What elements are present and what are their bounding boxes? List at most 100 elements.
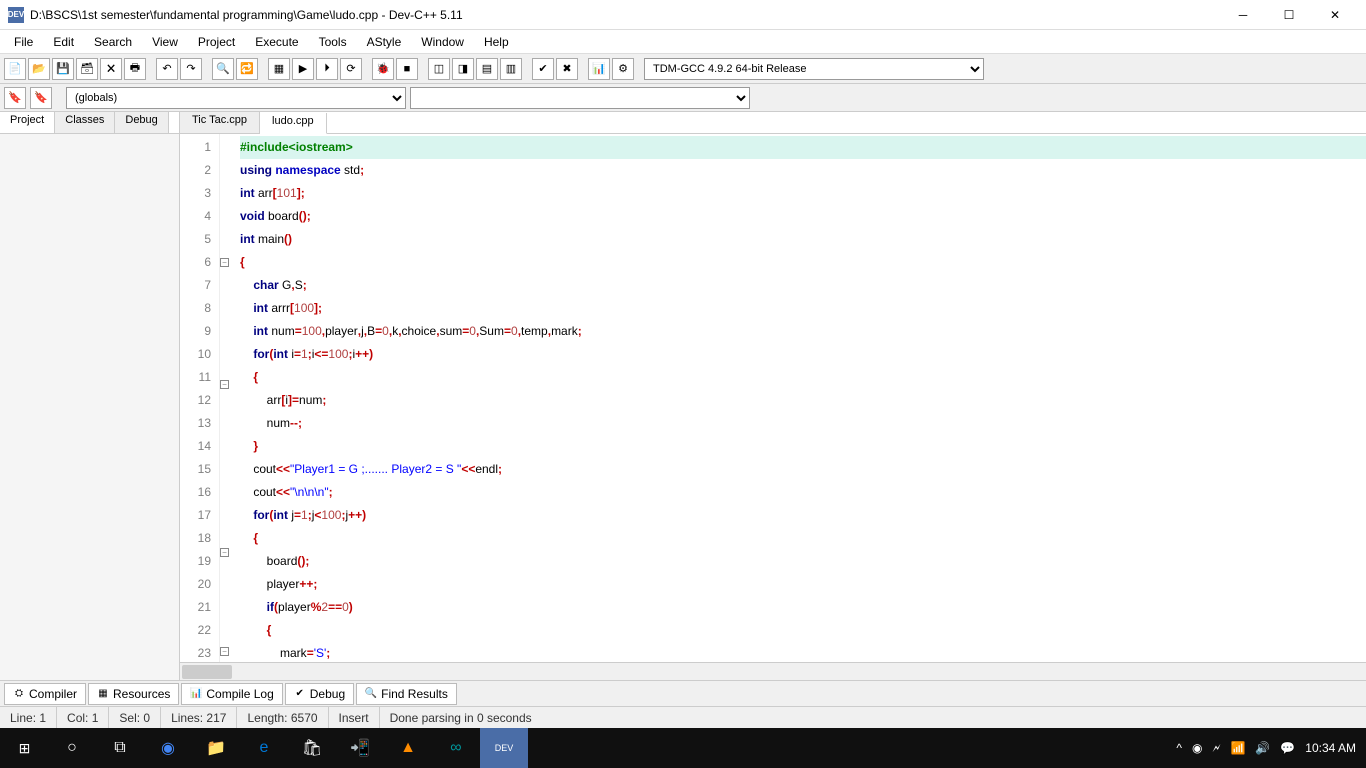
bottom-tab-compile-log[interactable]: 📊Compile Log (181, 683, 282, 705)
menu-file[interactable]: File (4, 32, 43, 52)
menu-astyle[interactable]: AStyle (357, 32, 412, 52)
menu-window[interactable]: Window (411, 32, 474, 52)
print-button[interactable]: 🖶 (124, 58, 146, 80)
bottom-tabs: ⛭Compiler▦Resources📊Compile Log ✔ Debug 🔍Fi… (0, 680, 1366, 706)
tray-up-icon[interactable]: ^ (1176, 741, 1182, 755)
compile-log-icon: 📊 (190, 688, 202, 700)
function-select[interactable] (410, 87, 750, 109)
scroll-thumb[interactable] (182, 665, 232, 679)
menu-execute[interactable]: Execute (245, 32, 308, 52)
side-tab-classes[interactable]: Classes (55, 112, 115, 133)
taskbar-arduino-icon[interactable]: ∞ (432, 728, 480, 768)
side-panel: ProjectClassesDebug (0, 112, 180, 680)
menu-view[interactable]: View (142, 32, 188, 52)
tray-power-icon[interactable]: 🗲 (1212, 741, 1220, 756)
debug-icon: ✔ (294, 688, 306, 700)
compiler-select[interactable]: TDM-GCC 4.9.2 64-bit Release (644, 58, 984, 80)
main-toolbar: 📄 📂 💾 🗃 🗙 🖶 ↶ ↷ 🔍 🔁 ▦ ▶ ⏵ ⟳ 🐞 ■ ◫ ◨ ▤ ▥ … (0, 54, 1366, 84)
code-content[interactable]: #include<iostream>using namespace std;in… (234, 134, 1366, 662)
status-length: Length: 6570 (237, 707, 328, 728)
system-tray[interactable]: ^ ◉ 🗲 📶 🔊 💬 10:34 AM (1166, 741, 1366, 756)
taskbar-vlc-icon[interactable]: ▲ (384, 728, 432, 768)
run-button[interactable]: ▶ (292, 58, 314, 80)
tray-wifi-icon[interactable]: 📶 (1230, 741, 1245, 755)
code-editor[interactable]: 123456789101112131415161718192021222324 … (180, 134, 1366, 662)
menu-help[interactable]: Help (474, 32, 519, 52)
cancel-button[interactable]: ✖ (556, 58, 578, 80)
new-file-button[interactable]: 📄 (4, 58, 26, 80)
windows-taskbar: ⊞ ○ ⧉ ◉ 📁 e 🛍 📲 ▲ ∞ DEV ^ ◉ 🗲 📶 🔊 💬 10:3… (0, 728, 1366, 768)
window-title: D:\BSCS\1st semester\fundamental program… (30, 8, 1220, 22)
compile-button[interactable]: ▦ (268, 58, 290, 80)
taskbar-devcpp-icon[interactable]: DEV (480, 728, 528, 768)
rebuild-button[interactable]: ⟳ (340, 58, 362, 80)
minimize-button[interactable]: ─ (1220, 0, 1266, 30)
start-button[interactable]: ⊞ (0, 728, 48, 768)
close-file-button[interactable]: 🗙 (100, 58, 122, 80)
bottom-tab-compiler[interactable]: ⛭Compiler (4, 683, 86, 705)
tray-volume-icon[interactable]: 🔊 (1255, 741, 1270, 755)
layout1-button[interactable]: ◫ (428, 58, 450, 80)
title-bar: DEV D:\BSCS\1st semester\fundamental pro… (0, 0, 1366, 30)
undo-button[interactable]: ↶ (156, 58, 178, 80)
find-results-icon: 🔍 (365, 688, 377, 700)
open-button[interactable]: 📂 (28, 58, 50, 80)
menu-search[interactable]: Search (84, 32, 142, 52)
goto-file-button[interactable]: 🔖 (4, 87, 26, 109)
replace-button[interactable]: 🔁 (236, 58, 258, 80)
taskbar-chrome-icon[interactable]: ◉ (144, 728, 192, 768)
tray-location-icon[interactable]: ◉ (1192, 741, 1202, 755)
debug-button[interactable]: 🐞 (372, 58, 394, 80)
menu-project[interactable]: Project (188, 32, 245, 52)
fold-column[interactable]: −−−− (220, 134, 234, 662)
goto-func-button[interactable]: 🔖 (30, 87, 52, 109)
task-view-button[interactable]: ⧉ (96, 728, 144, 768)
side-panel-content (0, 134, 179, 680)
resources-icon: ▦ (97, 688, 109, 700)
status-col: Col: 1 (57, 707, 109, 728)
horizontal-scrollbar[interactable] (180, 662, 1366, 680)
menu-bar: FileEditSearchViewProjectExecuteToolsASt… (0, 30, 1366, 54)
file-tab[interactable]: Tic Tac.cpp (180, 112, 260, 133)
close-button[interactable]: ✕ (1312, 0, 1358, 30)
bottom-tab-label: Debug (310, 687, 345, 701)
scope-select[interactable]: (globals) (66, 87, 406, 109)
bottom-tab-resources[interactable]: ▦Resources (88, 683, 179, 705)
cortana-button[interactable]: ○ (48, 728, 96, 768)
bottom-tab-find-results[interactable]: 🔍Find Results (356, 683, 457, 705)
taskbar-edge-icon[interactable]: e (240, 728, 288, 768)
misc-button[interactable]: ⚙ (612, 58, 634, 80)
taskbar-phone-icon[interactable]: 📲 (336, 728, 384, 768)
taskbar-store-icon[interactable]: 🛍 (288, 728, 336, 768)
status-sel: Sel: 0 (109, 707, 161, 728)
redo-button[interactable]: ↷ (180, 58, 202, 80)
menu-edit[interactable]: Edit (43, 32, 84, 52)
status-message: Done parsing in 0 seconds (380, 707, 1366, 728)
check-button[interactable]: ✔ (532, 58, 554, 80)
scope-toolbar: 🔖 🔖 (globals) (0, 84, 1366, 112)
bottom-tab-label: Compiler (29, 687, 77, 701)
save-all-button[interactable]: 🗃 (76, 58, 98, 80)
menu-tools[interactable]: Tools (309, 32, 357, 52)
app-icon: DEV (8, 7, 24, 23)
side-tab-debug[interactable]: Debug (115, 112, 168, 133)
save-button[interactable]: 💾 (52, 58, 74, 80)
layout4-button[interactable]: ▥ (500, 58, 522, 80)
find-button[interactable]: 🔍 (212, 58, 234, 80)
taskbar-explorer-icon[interactable]: 📁 (192, 728, 240, 768)
layout3-button[interactable]: ▤ (476, 58, 498, 80)
file-tabs: Tic Tac.cppludo.cpp (180, 112, 1366, 134)
maximize-button[interactable]: ☐ (1266, 0, 1312, 30)
bottom-tab-debug[interactable]: ✔ Debug (285, 683, 354, 705)
profile-button[interactable]: 📊 (588, 58, 610, 80)
status-lines: Lines: 217 (161, 707, 237, 728)
file-tab[interactable]: ludo.cpp (260, 113, 327, 134)
layout2-button[interactable]: ◨ (452, 58, 474, 80)
side-tab-project[interactable]: Project (0, 112, 55, 133)
status-bar: Line: 1 Col: 1 Sel: 0 Lines: 217 Length:… (0, 706, 1366, 728)
stop-button[interactable]: ■ (396, 58, 418, 80)
compile-run-button[interactable]: ⏵ (316, 58, 338, 80)
tray-notifications-icon[interactable]: 💬 (1280, 741, 1295, 755)
line-gutter: 123456789101112131415161718192021222324 (180, 134, 220, 662)
taskbar-clock[interactable]: 10:34 AM (1305, 741, 1356, 755)
